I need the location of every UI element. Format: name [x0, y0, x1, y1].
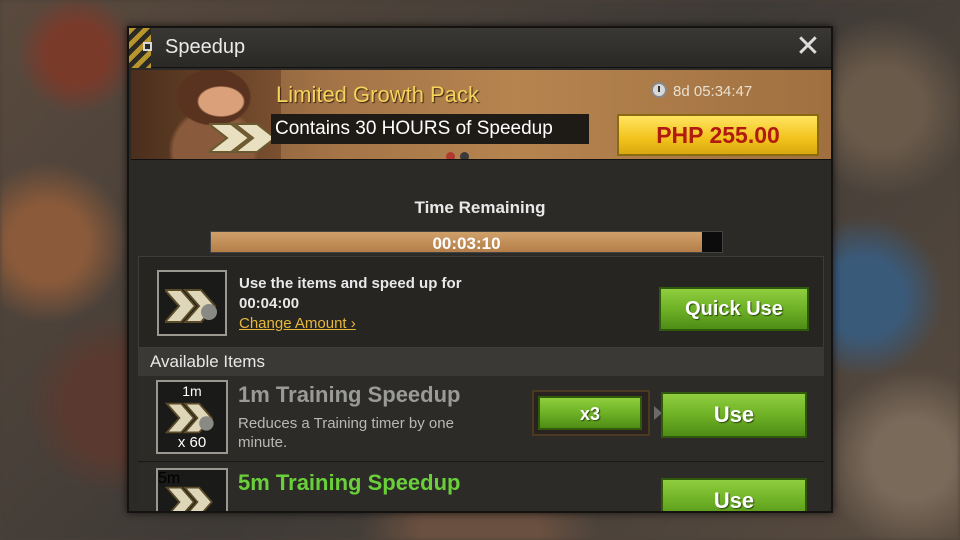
item-description: Reduces a Training timer by one minute. [238, 415, 454, 451]
pack-description-box: Contains 30 HOURS of Speedup [271, 114, 589, 144]
item-count-badge: x 60 [177, 434, 207, 451]
change-amount-link[interactable]: Change Amount › [239, 315, 356, 332]
change-amount-label: Change Amount [239, 315, 347, 332]
item-row: 1m x 60 1m Training Speedup Reduces a Tr… [138, 376, 824, 462]
speedup-chevron-icon [164, 402, 214, 434]
item-title: 1m Training Speedup [238, 382, 461, 407]
pack-timer-value: 8d 05:34:47 [673, 83, 753, 100]
growth-pack-banner[interactable]: Limited Growth Pack Contains 30 HOURS of… [131, 70, 831, 160]
quantity-selector[interactable]: x3 [532, 390, 650, 436]
quick-use-description: Use the items and speed up for [239, 275, 462, 292]
item-icon: 5m [156, 468, 228, 511]
title-bullet-icon [143, 42, 152, 51]
time-remaining-value: 00:03:10 [432, 234, 501, 253]
use-button[interactable]: Use [661, 392, 807, 438]
dialog-title: Speedup [165, 36, 246, 58]
quick-use-button[interactable]: Quick Use [659, 287, 809, 331]
chevron-decoration-icon [209, 123, 277, 153]
speedup-chevron-icon [157, 270, 227, 336]
title-bar: Speedup ✕ [129, 28, 831, 68]
quick-use-section: Use the items and speed up for 00:04:00 … [138, 256, 824, 348]
time-remaining-progress: 00:03:10 [210, 231, 723, 253]
price-button[interactable]: PHP 255.00 [617, 114, 819, 156]
item-row: 5m 5m Training Speedup Use [138, 464, 824, 511]
clock-icon [651, 82, 667, 98]
pack-description: Contains 30 HOURS of Speedup [275, 118, 553, 139]
pack-timer: 8d 05:34:47 [651, 82, 752, 100]
item-duration-badge: 1m [182, 383, 202, 399]
time-remaining-label: Time Remaining [414, 198, 546, 217]
quick-use-duration: 00:04:00 [239, 295, 300, 312]
use-button[interactable]: Use [661, 478, 807, 511]
pack-name: Limited Growth Pack [276, 82, 479, 107]
page-dot-inactive[interactable] [460, 152, 469, 159]
quantity-value[interactable]: x3 [538, 396, 642, 430]
close-icon[interactable]: ✕ [793, 32, 823, 62]
speedup-chevron-icon [164, 486, 213, 511]
page-dot-active[interactable] [446, 152, 455, 159]
banner-page-dots [446, 148, 474, 159]
speedup-dialog: Speedup ✕ Limited Growth Pack Contains 3… [127, 26, 833, 513]
item-title: 5m Training Speedup [238, 470, 461, 495]
item-icon: 1m x 60 [156, 380, 228, 454]
available-items-header: Available Items [138, 348, 824, 376]
